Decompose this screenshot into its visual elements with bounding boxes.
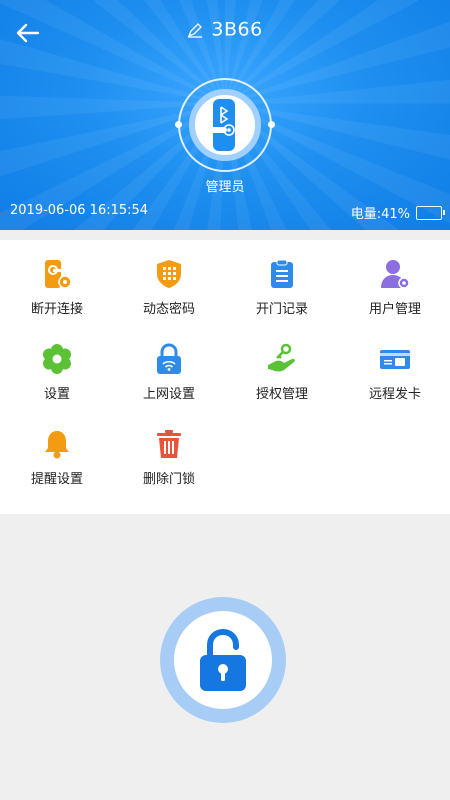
bluetooth-door-lock-icon (203, 99, 235, 151)
menu-label: 设置 (43, 387, 70, 402)
unlock-button[interactable] (160, 597, 286, 723)
ring-dot (268, 121, 275, 128)
menu-label: 授权管理 (255, 387, 308, 402)
menu-label: 开门记录 (255, 302, 308, 317)
menu-label: 远程发卡 (368, 387, 421, 402)
battery-status: 电量:41% (350, 203, 445, 222)
padlock-open-icon (200, 628, 246, 691)
menu-label: 提醒设置 (30, 472, 83, 487)
lock-name: 3B66 (211, 18, 263, 41)
delete-lock-icon (157, 430, 181, 458)
disconnect-icon (45, 260, 72, 289)
menu-item-user-management[interactable]: 用户管理 (339, 240, 450, 320)
network-settings-icon (157, 343, 181, 374)
battery-label: 电量:41% (350, 207, 410, 222)
sync-datetime: 2019-06-06 16:15:54 (10, 203, 149, 218)
menu-item-settings[interactable]: 设置 (1, 325, 113, 405)
remote-card-icon (380, 350, 410, 369)
function-grid: 断开连接 动态密码 开门记录 用户管理 设置 上网设置 授权管理 远程发卡 提醒… (0, 240, 450, 514)
menu-item-disconnect[interactable]: 断开连接 (1, 240, 113, 320)
menu-label: 用户管理 (368, 302, 421, 317)
menu-label: 断开连接 (30, 302, 83, 317)
menu-item-delete-lock[interactable]: 删除门锁 (113, 410, 225, 490)
record-icon (271, 259, 293, 288)
edit-icon (188, 22, 203, 38)
menu-label: 上网设置 (142, 387, 195, 402)
menu-label: 动态密码 (142, 302, 195, 317)
menu-item-network-settings[interactable]: 上网设置 (113, 325, 225, 405)
menu-label: 删除门锁 (142, 472, 195, 487)
door-lock-avatar (189, 89, 261, 161)
menu-item-authorization[interactable]: 授权管理 (226, 325, 338, 405)
header: 3B66 管理员 2019-06-06 16:15:54 电量:41% (0, 0, 450, 230)
menu-item-remote-card[interactable]: 远程发卡 (339, 325, 450, 405)
lock-title[interactable]: 3B66 (0, 18, 450, 41)
lock-status-ring (175, 78, 275, 172)
dynamic-password-icon (157, 260, 181, 288)
user-role: 管理员 (205, 180, 245, 195)
unlock-button-inner (174, 611, 272, 709)
battery-icon (416, 205, 445, 220)
menu-item-dynamic-password[interactable]: 动态密码 (113, 240, 225, 320)
ring-dot (175, 121, 182, 128)
menu-item-open-records[interactable]: 开门记录 (226, 240, 338, 320)
settings-icon (43, 344, 71, 374)
user-management-icon (381, 260, 410, 289)
authorization-icon (268, 343, 295, 372)
menu-item-reminder[interactable]: 提醒设置 (1, 410, 113, 490)
reminder-icon (45, 431, 69, 459)
